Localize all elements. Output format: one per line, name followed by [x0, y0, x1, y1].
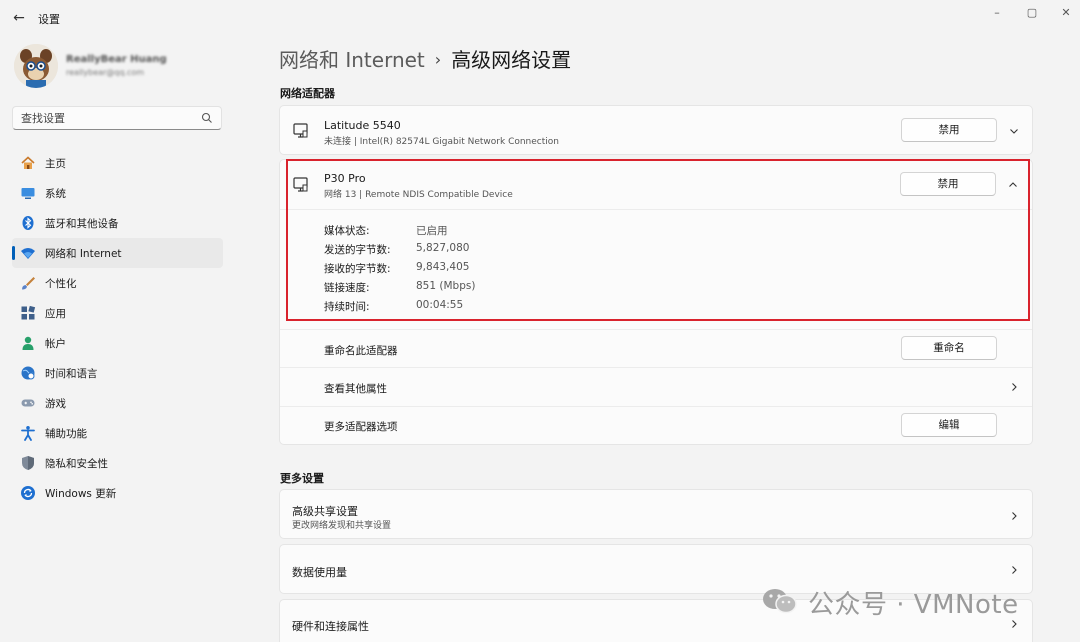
adapter-description: 未连接 | Intel(R) 82574L Gigabit Network Co…	[324, 137, 559, 147]
apps-icon	[21, 305, 36, 320]
property-value: 851 (Mbps)	[416, 280, 476, 292]
sidebar-item-network[interactable]: 网络和 Internet	[12, 238, 223, 268]
user-profile[interactable]: ReallyBear Huang reallybear@qq.com	[12, 44, 232, 92]
sidebar-item-personalization[interactable]: 个性化	[12, 268, 223, 298]
brush-icon	[22, 277, 35, 290]
sidebar-item-label: 应用	[45, 308, 66, 320]
property-value: 00:04:55	[416, 299, 464, 311]
ethernet-adapter-icon	[293, 177, 308, 192]
property-label: 接收的字节数:	[324, 263, 391, 275]
sidebar-item-home[interactable]: 主页	[12, 148, 223, 178]
accessibility-icon	[21, 426, 35, 441]
breadcrumb-separator: ›	[434, 50, 442, 69]
property-label: 链接速度:	[324, 282, 370, 294]
property-label: 持续时间:	[324, 301, 370, 313]
edit-button[interactable]: 编辑	[901, 413, 997, 437]
sidebar-item-accessibility[interactable]: 辅助功能	[12, 418, 223, 448]
sidebar-item-bluetooth[interactable]: 蓝牙和其他设备	[12, 208, 223, 238]
sidebar-item-accounts[interactable]: 帐户	[12, 328, 223, 358]
gamepad-icon	[21, 399, 35, 407]
adapter-header-p30pro[interactable]: P30 Pro 网络 13 | Remote NDIS Compatible D…	[280, 160, 1032, 210]
minimize-button[interactable]: –	[982, 6, 1012, 20]
adapter-card-latitude[interactable]: Latitude 5540 未连接 | Intel(R) 82574L Giga…	[279, 105, 1033, 155]
profile-email: reallybear@qq.com	[66, 68, 145, 77]
chevron-right-icon	[1012, 566, 1017, 574]
search-input[interactable]	[21, 110, 201, 126]
divider	[280, 329, 1032, 330]
sidebar-item-privacy[interactable]: 隐私和安全性	[12, 448, 223, 478]
sidebar-item-label: Windows 更新	[45, 488, 117, 500]
search-icon[interactable]	[201, 112, 213, 124]
card-title: 高级共享设置	[292, 505, 358, 518]
home-icon	[21, 156, 35, 169]
watermark: 公众号 · VMNote	[760, 584, 1060, 620]
title-bar: ← 设置 – ▢ ✕	[0, 0, 1080, 36]
rename-button[interactable]: 重命名	[901, 336, 997, 360]
section-title-more-settings: 更多设置	[280, 472, 324, 485]
wifi-icon	[21, 248, 35, 259]
sidebar-item-time-language[interactable]: 时间和语言	[12, 358, 223, 388]
sidebar-item-label: 网络和 Internet	[45, 248, 122, 260]
window-title: 设置	[38, 13, 60, 26]
sidebar-item-label: 主页	[45, 158, 66, 170]
chevron-right-icon	[1012, 512, 1017, 520]
view-more-properties-row[interactable]: 查看其他属性	[280, 368, 1032, 406]
view-more-properties-label: 查看其他属性	[324, 383, 387, 395]
sidebar-item-label: 系统	[45, 188, 66, 200]
bluetooth-icon	[22, 216, 34, 230]
adapter-name: P30 Pro	[324, 172, 366, 185]
property-label: 发送的字节数:	[324, 244, 391, 256]
sidebar-item-label: 隐私和安全性	[45, 458, 108, 470]
maximize-button[interactable]: ▢	[1017, 6, 1047, 20]
property-value: 9,843,405	[416, 261, 470, 273]
shield-icon	[22, 456, 34, 470]
adapter-description: 网络 13 | Remote NDIS Compatible Device	[324, 190, 513, 200]
breadcrumb-parent-link[interactable]: 网络和 Internet	[279, 48, 425, 72]
sidebar-item-label: 蓝牙和其他设备	[45, 218, 119, 230]
search-box[interactable]	[12, 106, 222, 130]
globe-icon	[21, 366, 35, 380]
chevron-right-icon	[1012, 383, 1017, 391]
profile-name: ReallyBear Huang	[66, 54, 167, 65]
chevron-down-icon[interactable]	[1008, 125, 1020, 137]
property-value: 已启用	[416, 225, 448, 237]
sidebar-item-gaming[interactable]: 游戏	[12, 388, 223, 418]
sidebar-item-windows-update[interactable]: Windows 更新	[12, 478, 223, 508]
sidebar-item-apps[interactable]: 应用	[12, 298, 223, 328]
disable-adapter-button[interactable]: 禁用	[901, 118, 997, 142]
more-adapter-options-label: 更多适配器选项	[324, 421, 398, 433]
sidebar-item-label: 游戏	[45, 398, 66, 410]
watermark-text: 公众号 · VMNote	[808, 590, 1019, 620]
wechat-icon	[763, 589, 797, 614]
back-button[interactable]: ←	[8, 8, 30, 28]
property-value: 5,827,080	[416, 242, 470, 254]
chevron-up-icon[interactable]	[1007, 179, 1019, 191]
sidebar-item-system[interactable]: 系统	[12, 178, 223, 208]
system-icon	[21, 188, 35, 199]
update-icon	[21, 486, 35, 500]
sidebar-item-label: 时间和语言	[45, 368, 98, 380]
active-indicator	[12, 246, 15, 260]
avatar	[14, 44, 58, 88]
account-icon	[22, 336, 34, 350]
ethernet-adapter-icon	[293, 123, 308, 138]
rename-adapter-label: 重命名此适配器	[324, 345, 398, 357]
advanced-sharing-settings-card[interactable]: 高级共享设置 更改网络发现和共享设置	[279, 489, 1033, 539]
card-title: 数据使用量	[292, 566, 347, 579]
property-label: 媒体状态:	[324, 225, 370, 237]
sidebar-item-label: 个性化	[45, 278, 77, 290]
card-title: 硬件和连接属性	[292, 620, 369, 633]
divider	[280, 209, 1032, 210]
page-title: 高级网络设置	[451, 48, 572, 72]
adapter-name: Latitude 5540	[324, 119, 401, 132]
breadcrumb: 网络和 Internet › 高级网络设置	[279, 44, 571, 73]
sidebar-item-label: 帐户	[45, 338, 66, 350]
sidebar-item-label: 辅助功能	[45, 428, 87, 440]
card-subtitle: 更改网络发现和共享设置	[292, 521, 392, 531]
divider	[280, 406, 1032, 407]
disable-adapter-button[interactable]: 禁用	[900, 172, 996, 196]
section-title-adapters: 网络适配器	[280, 87, 335, 100]
sidebar-nav: 主页 系统 蓝牙和其他设备 网络和 Internet 个性化 应用 帐户 时间和…	[12, 148, 224, 508]
close-button[interactable]: ✕	[1051, 6, 1080, 20]
